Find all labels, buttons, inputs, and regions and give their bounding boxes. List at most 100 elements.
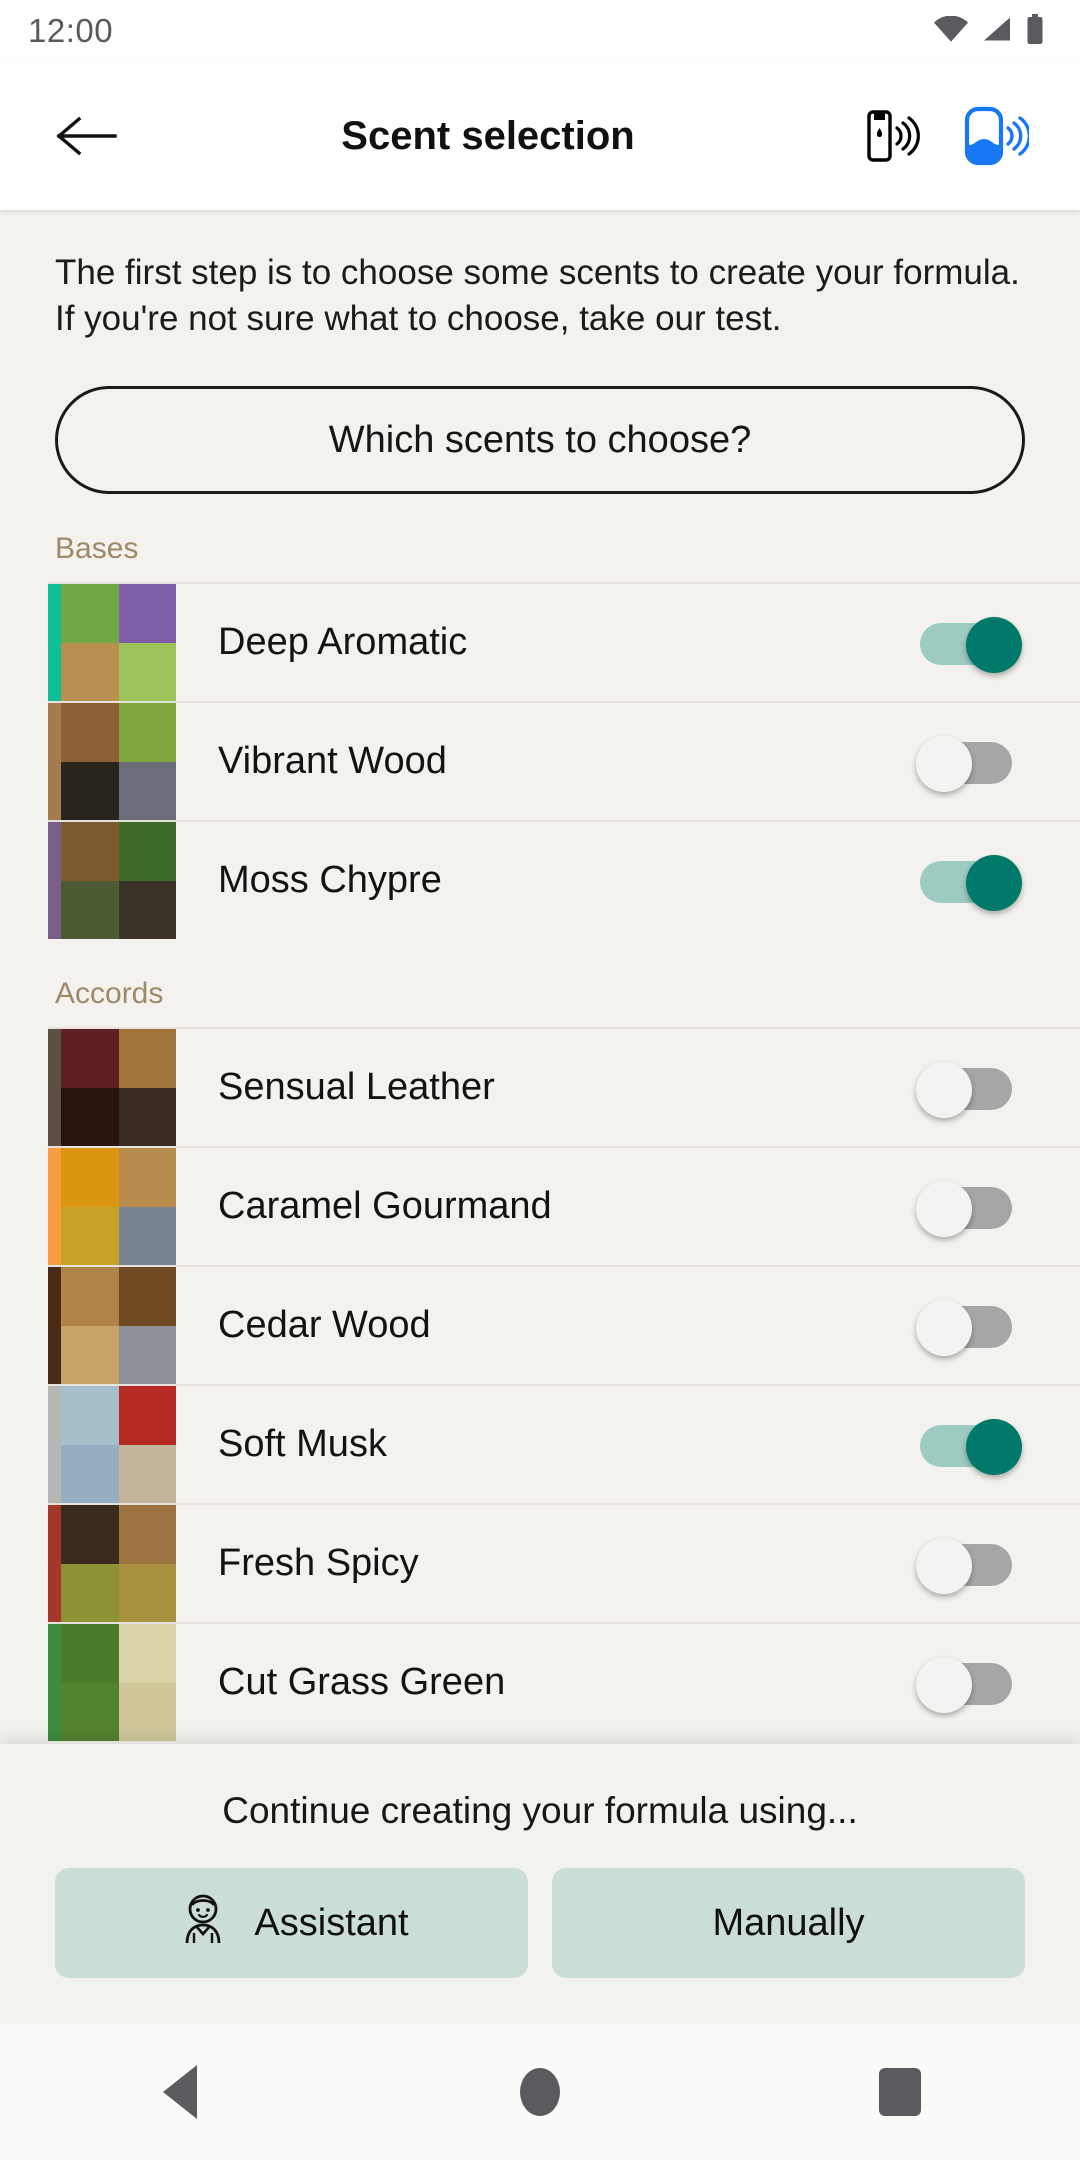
toggle-thumb bbox=[966, 1418, 1022, 1475]
device-connection-icon bbox=[964, 106, 1029, 166]
cellular-signal-icon bbox=[982, 16, 1012, 47]
section-label-bases: Bases bbox=[55, 532, 139, 566]
scent-name: Sensual Leather bbox=[218, 1066, 495, 1109]
scent-thumbnail bbox=[61, 1267, 176, 1385]
scent-name: Fresh Spicy bbox=[218, 1542, 419, 1585]
assistant-button[interactable]: Assistant bbox=[55, 1868, 528, 1978]
scent-accent-bar bbox=[48, 1624, 61, 1742]
bottom-sheet-buttons: Assistant Manually bbox=[55, 1868, 1025, 1978]
manually-button[interactable]: Manually bbox=[552, 1868, 1025, 1978]
toggle-thumb bbox=[916, 1656, 972, 1713]
scent-toggle[interactable] bbox=[916, 735, 1018, 792]
status-icons bbox=[934, 13, 1044, 49]
battery-icon bbox=[1026, 13, 1044, 49]
scent-accent-bar bbox=[48, 1505, 61, 1623]
scent-thumbnail bbox=[61, 822, 176, 940]
scent-row[interactable]: Fresh Spicy bbox=[48, 1503, 1080, 1623]
toggle-thumb bbox=[966, 854, 1022, 911]
device-connection-button[interactable] bbox=[960, 96, 1032, 176]
app-bar: Scent selection bbox=[0, 62, 1080, 210]
scent-name: Vibrant Wood bbox=[218, 740, 447, 783]
scent-thumbnail bbox=[61, 703, 176, 821]
scent-row[interactable]: Sensual Leather bbox=[48, 1027, 1080, 1147]
scent-toggle-cell bbox=[920, 584, 1080, 701]
scent-toggle-cell bbox=[916, 1148, 1080, 1265]
assistant-avatar-icon bbox=[174, 1889, 232, 1957]
toggle-thumb bbox=[916, 1537, 972, 1594]
scent-row[interactable]: Soft Musk bbox=[48, 1384, 1080, 1504]
scent-thumbnail bbox=[61, 1505, 176, 1623]
toggle-thumb bbox=[966, 616, 1022, 673]
toggle-thumb bbox=[916, 1180, 972, 1237]
scent-thumbnail bbox=[61, 584, 176, 702]
phone-screen: 12:00 Scent selection The first step is … bbox=[0, 0, 1080, 2160]
scent-accent-bar bbox=[48, 1386, 61, 1504]
scent-row[interactable]: Moss Chypre bbox=[48, 820, 1080, 940]
status-bar: 12:00 bbox=[0, 0, 1080, 62]
assistant-button-label: Assistant bbox=[254, 1901, 409, 1944]
scent-accent-bar bbox=[48, 1267, 61, 1385]
scent-toggle-cell bbox=[916, 703, 1080, 820]
scent-thumbnail bbox=[61, 1624, 176, 1742]
which-scents-button[interactable]: Which scents to choose? bbox=[55, 386, 1025, 495]
scent-toggle-cell bbox=[916, 1029, 1080, 1146]
section-label-accords: Accords bbox=[55, 977, 164, 1011]
triangle-back-icon bbox=[163, 2065, 197, 2119]
scent-list: Deep Aromatic Vibrant Wood Moss Chypre bbox=[0, 582, 1080, 940]
scent-name: Soft Musk bbox=[218, 1423, 387, 1466]
scent-accent-bar bbox=[48, 822, 61, 940]
scent-toggle[interactable] bbox=[920, 1418, 1022, 1475]
back-button[interactable] bbox=[44, 94, 128, 178]
android-nav-bar bbox=[0, 2024, 1080, 2160]
scent-row[interactable]: Caramel Gourmand bbox=[48, 1146, 1080, 1266]
scent-row[interactable]: Cut Grass Green bbox=[48, 1622, 1080, 1742]
scent-toggle[interactable] bbox=[920, 616, 1022, 673]
toggle-thumb bbox=[916, 1061, 972, 1118]
scent-toggle-cell bbox=[920, 1386, 1080, 1503]
scent-name: Caramel Gourmand bbox=[218, 1185, 552, 1228]
scent-toggle[interactable] bbox=[916, 1180, 1018, 1237]
toggle-thumb bbox=[916, 735, 972, 792]
scent-name: Cut Grass Green bbox=[218, 1661, 506, 1704]
scent-name: Cedar Wood bbox=[218, 1304, 431, 1347]
scent-row[interactable]: Vibrant Wood bbox=[48, 701, 1080, 821]
square-recents-icon bbox=[879, 2068, 921, 2116]
scent-sections: Bases Deep Aromatic Vibrant Wood Moss Chypr… bbox=[0, 494, 1080, 1742]
scent-thumbnail bbox=[61, 1148, 176, 1266]
scent-toggle[interactable] bbox=[916, 1656, 1018, 1713]
scent-row[interactable]: Deep Aromatic bbox=[48, 582, 1080, 702]
nav-recents-button[interactable] bbox=[820, 2024, 980, 2160]
arrow-left-icon bbox=[56, 116, 117, 156]
wifi-icon bbox=[934, 15, 968, 47]
scent-toggle-cell bbox=[916, 1267, 1080, 1384]
toggle-thumb bbox=[916, 1299, 972, 1356]
scent-row[interactable]: Cedar Wood bbox=[48, 1265, 1080, 1385]
cartridge-connection-icon bbox=[867, 110, 920, 162]
scent-name: Moss Chypre bbox=[218, 859, 442, 902]
scent-thumbnail bbox=[61, 1029, 176, 1147]
manually-button-label: Manually bbox=[712, 1901, 865, 1944]
nav-home-button[interactable] bbox=[460, 2024, 620, 2160]
scent-accent-bar bbox=[48, 703, 61, 821]
scent-accent-bar bbox=[48, 1148, 61, 1266]
scent-toggle[interactable] bbox=[920, 854, 1022, 911]
cartridge-connection-button[interactable] bbox=[858, 96, 930, 176]
scent-toggle[interactable] bbox=[916, 1299, 1018, 1356]
scent-toggle[interactable] bbox=[916, 1537, 1018, 1594]
scent-toggle-cell bbox=[916, 1624, 1080, 1741]
continue-bottom-sheet: Continue creating your formula using... bbox=[0, 1744, 1080, 2024]
bottom-sheet-title: Continue creating your formula using... bbox=[222, 1790, 858, 1831]
nav-back-button[interactable] bbox=[100, 2024, 260, 2160]
scent-accent-bar bbox=[48, 584, 61, 702]
page-title: Scent selection bbox=[341, 113, 635, 158]
status-time: 12:00 bbox=[28, 12, 114, 49]
circle-home-icon bbox=[520, 2068, 560, 2116]
scent-name: Deep Aromatic bbox=[218, 621, 468, 664]
scent-list: Sensual Leather Caramel Gourmand Cedar Woo… bbox=[0, 1027, 1080, 1742]
scent-toggle-cell bbox=[920, 822, 1080, 939]
scent-toggle[interactable] bbox=[916, 1061, 1018, 1118]
scent-accent-bar bbox=[48, 1029, 61, 1147]
app-bar-actions bbox=[858, 96, 1046, 176]
scent-thumbnail bbox=[61, 1386, 176, 1504]
scent-toggle-cell bbox=[916, 1505, 1080, 1622]
